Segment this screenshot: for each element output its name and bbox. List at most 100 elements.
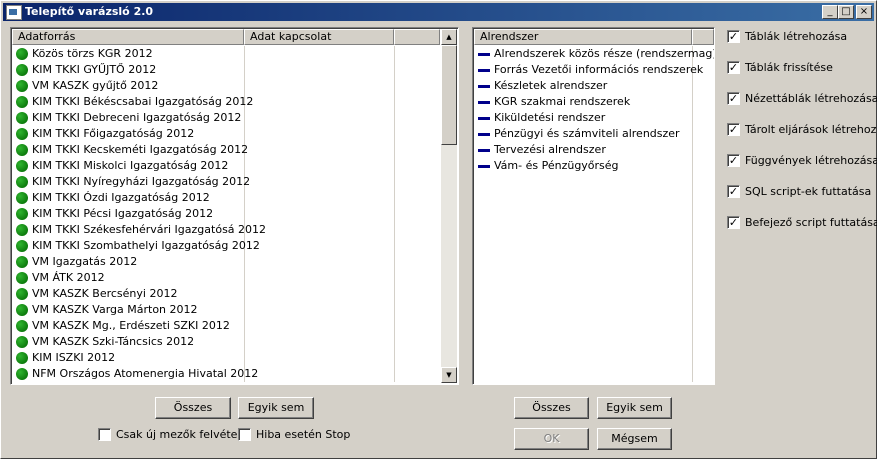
maximize-button[interactable]: □ — [838, 5, 854, 19]
column-header-alrendszer[interactable]: Alrendszer — [474, 29, 692, 45]
list-item[interactable]: VM KASZK Varga Márton 2012 — [12, 302, 442, 318]
list-item[interactable]: KIM TKKI Kecskeméti Igazgatóság 2012 — [12, 142, 442, 158]
list-item[interactable]: VM KASZK Bercsényi 2012 — [12, 286, 442, 302]
list-item[interactable]: VM ÁTK 2012 — [12, 270, 442, 286]
blue-dash-icon — [478, 133, 490, 136]
checkmark-icon[interactable]: ✓ — [727, 30, 740, 43]
list-item[interactable]: KIM TKKI GYŰJTŐ 2012 — [12, 62, 442, 78]
select-all-datasources-button[interactable]: Összes — [155, 397, 231, 419]
title-bar[interactable]: Telepítő varázsló 2.0 _ □ × — [3, 3, 874, 21]
list-item[interactable]: KIM TKKI Miskolci Igazgatóság 2012 — [12, 158, 442, 174]
green-dot-icon — [16, 128, 28, 140]
datasource-name: VM KASZK Varga Márton 2012 — [32, 303, 198, 316]
datasource-list[interactable]: Adatforrás Adat kapcsolat Közös törzs KG… — [10, 27, 459, 385]
minimize-button[interactable]: _ — [822, 5, 838, 19]
list-item[interactable]: Közös törzs KGR 2012 — [12, 46, 442, 62]
datasource-name: VM KASZK Bercsényi 2012 — [32, 287, 178, 300]
green-dot-icon — [16, 320, 28, 332]
list-item[interactable]: Tervezési alrendszer — [474, 142, 712, 158]
datasource-rows: Közös törzs KGR 2012 KIM TKKI GYŰJTŐ 2012… — [12, 46, 442, 382]
list-item[interactable]: Készletek alrendszer — [474, 78, 712, 94]
scroll-up-arrow-icon[interactable]: ▲ — [441, 29, 457, 45]
datasource-name: KIM TKKI Békéscsabai Igazgatóság 2012 — [32, 95, 254, 108]
list-item[interactable]: Vám- és Pénzügyőrség — [474, 158, 712, 174]
blue-dash-icon — [478, 69, 490, 72]
task-label: Táblák frissítése — [745, 61, 833, 74]
list-item[interactable]: KIM TKKI Székesfehérvári Igazgatósá 2012 — [12, 222, 442, 238]
list-item[interactable]: KIM TKKI Nyíregyházi Igazgatóság 2012 — [12, 174, 442, 190]
blue-dash-icon — [478, 101, 490, 104]
list-item[interactable]: KIM TKKI Békéscsabai Igazgatóság 2012 — [12, 94, 442, 110]
list-item[interactable]: Forrás Vezetői információs rendszerek — [474, 62, 712, 78]
subsystem-name: Forrás Vezetői információs rendszerek — [494, 63, 704, 76]
cancel-button[interactable]: Mégsem — [597, 428, 672, 450]
list-item[interactable]: Alrendszerek közös része (rendszermag) — [474, 46, 714, 62]
column-header-adat-kapcsolat[interactable]: Adat kapcsolat — [244, 29, 394, 45]
list-item[interactable]: KGR szakmai rendszerek — [474, 94, 712, 110]
blue-dash-icon — [478, 85, 490, 88]
checkmark-icon[interactable]: ✓ — [727, 92, 740, 105]
datasource-name: VM KASZK gyűjtő 2012 — [32, 79, 159, 92]
datasource-name: Közös törzs KGR 2012 — [32, 47, 153, 60]
green-dot-icon — [16, 96, 28, 108]
checkmark-icon[interactable]: ✓ — [727, 61, 740, 74]
scroll-down-arrow-icon[interactable]: ▼ — [441, 367, 457, 383]
datasource-scrollbar[interactable]: ▲ ▼ — [441, 29, 457, 383]
list-item[interactable]: VM KASZK gyűjtő 2012 — [12, 78, 442, 94]
select-all-subsystems-button[interactable]: Összes — [514, 397, 589, 419]
subsystem-list[interactable]: Alrendszer Alrendszerek közös része (ren… — [472, 27, 715, 385]
list-item[interactable]: KIM ISZKI 2012 — [12, 350, 442, 366]
list-item[interactable]: VM KASZK Mg., Erdészeti SZKI 2012 — [12, 318, 442, 334]
stop-on-error-label: Hiba esetén Stop — [256, 428, 351, 441]
list-item[interactable]: Pénzügyi és számviteli alrendszer — [474, 126, 712, 142]
column-header-empty — [692, 29, 714, 45]
app-icon — [6, 5, 22, 20]
list-item[interactable]: KIM TKKI Pécsi Igazgatóság 2012 — [12, 206, 442, 222]
list-item[interactable]: KIM TKKI Ózdi Igazgatóság 2012 — [12, 190, 442, 206]
task-label: Tárolt eljárások létrehozása — [745, 123, 877, 136]
checkmark-icon[interactable]: ✓ — [727, 216, 740, 229]
checkmark-icon[interactable]: ✓ — [727, 185, 740, 198]
blue-dash-icon — [478, 53, 490, 56]
green-dot-icon — [16, 144, 28, 156]
datasource-name: VM Igazgatás 2012 — [32, 255, 138, 268]
green-dot-icon — [16, 304, 28, 316]
task-label: Táblák létrehozása — [745, 30, 848, 43]
datasource-name: VM KASZK Mg., Erdészeti SZKI 2012 — [32, 319, 230, 332]
checkmark-icon[interactable]: ✓ — [727, 154, 740, 167]
green-dot-icon — [16, 352, 28, 364]
select-none-datasources-button[interactable]: Egyik sem — [238, 397, 314, 419]
task-label: Befejező script futtatása — [745, 216, 877, 229]
only-new-fields-label: Csak új mezők felvétele — [116, 428, 248, 441]
green-dot-icon — [16, 192, 28, 204]
ok-button[interactable]: OK — [514, 428, 589, 450]
scroll-thumb[interactable] — [441, 45, 457, 145]
checkbox-box[interactable] — [98, 428, 111, 441]
list-item[interactable]: VM Igazgatás 2012 — [12, 254, 442, 270]
green-dot-icon — [16, 224, 28, 236]
datasource-name: KIM TKKI GYŰJTŐ 2012 — [32, 63, 157, 76]
green-dot-icon — [16, 64, 28, 76]
datasource-name: KIM TKKI Pécsi Igazgatóság 2012 — [32, 207, 214, 220]
datasource-name: KIM TKKI Főigazgatóság 2012 — [32, 127, 195, 140]
column-header-adatforras[interactable]: Adatforrás — [12, 29, 244, 45]
checkmark-icon[interactable]: ✓ — [727, 123, 740, 136]
task-label: SQL script-ek futtatása — [745, 185, 872, 198]
list-item[interactable]: VM KASZK Szki-Táncsics 2012 — [12, 334, 442, 350]
task-label: Nézettáblák létrehozása — [745, 92, 877, 105]
select-none-subsystems-button[interactable]: Egyik sem — [597, 397, 672, 419]
subsystem-name: Vám- és Pénzügyőrség — [494, 159, 619, 172]
list-item[interactable]: KIM TKKI Szombathelyi Igazgatóság 2012 — [12, 238, 442, 254]
list-item[interactable]: KIM TKKI Főigazgatóság 2012 — [12, 126, 442, 142]
green-dot-icon — [16, 240, 28, 252]
list-item[interactable]: KIM TKKI Debreceni Igazgatóság 2012 — [12, 110, 442, 126]
list-item[interactable]: NFM Országos Atomenergia Hivatal 2012 — [12, 366, 442, 382]
datasource-name: KIM TKKI Debreceni Igazgatóság 2012 — [32, 111, 242, 124]
column-header-empty — [394, 29, 440, 45]
datasource-name: KIM TKKI Miskolci Igazgatóság 2012 — [32, 159, 229, 172]
checkbox-box[interactable] — [238, 428, 251, 441]
list-item[interactable]: Kiküldetési rendszer — [474, 110, 712, 126]
green-dot-icon — [16, 336, 28, 348]
close-button[interactable]: × — [856, 5, 872, 19]
subsystem-name: Kiküldetési rendszer — [494, 111, 606, 124]
